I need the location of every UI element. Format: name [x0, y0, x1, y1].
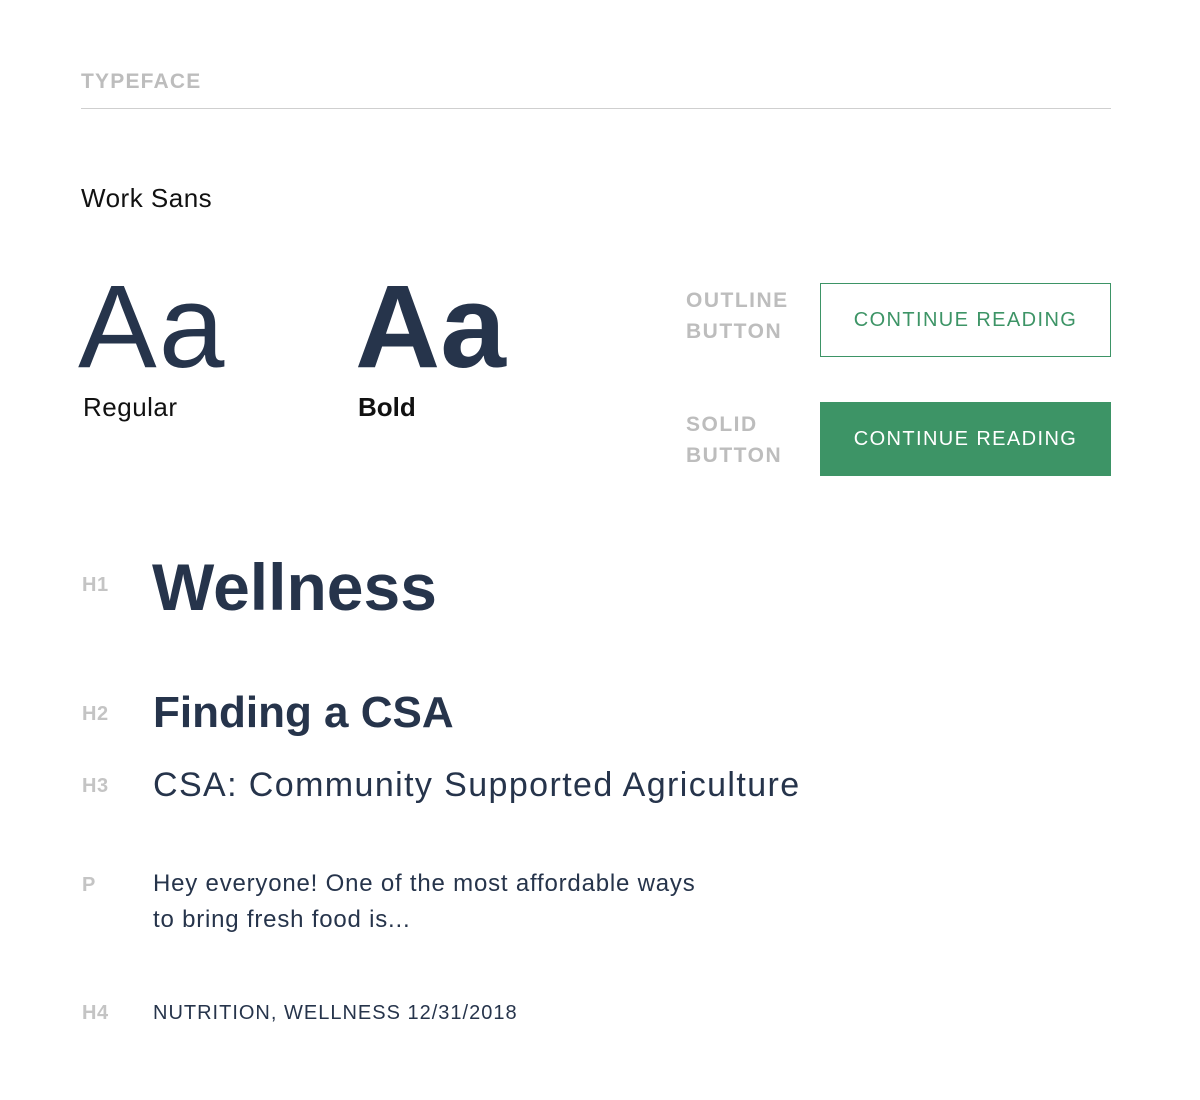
- h3-sample: CSA: Community Supported Agriculture: [153, 766, 801, 804]
- solid-button-label: SOLID BUTTON: [686, 409, 816, 471]
- h3-tag: H3: [82, 775, 109, 797]
- section-title: TYPEFACE: [81, 70, 202, 93]
- solid-label-line2: BUTTON: [686, 444, 783, 467]
- h4-tag: H4: [82, 1002, 109, 1024]
- paragraph-tag: P: [82, 874, 96, 896]
- outline-label-line1: OUTLINE: [686, 289, 789, 312]
- h1-sample: Wellness: [152, 550, 437, 624]
- continue-reading-outline-button[interactable]: CONTINUE READING: [820, 283, 1111, 357]
- paragraph-sample: Hey everyone! One of the most affordable…: [153, 866, 833, 938]
- paragraph-line2: to bring fresh food is...: [153, 906, 411, 933]
- continue-reading-solid-button[interactable]: CONTINUE READING: [820, 402, 1111, 476]
- weight-label-bold: Bold: [358, 392, 416, 422]
- h2-tag: H2: [82, 703, 109, 725]
- h4-sample: NUTRITION, WELLNESS 12/31/2018: [153, 1002, 518, 1024]
- outline-button-label: OUTLINE BUTTON: [686, 285, 816, 347]
- specimen-regular: Aa: [78, 261, 227, 393]
- section-divider: [81, 108, 1111, 109]
- h2-sample: Finding a CSA: [153, 688, 454, 737]
- specimen-bold: Aa: [355, 261, 506, 393]
- paragraph-line1: Hey everyone! One of the most affordable…: [153, 870, 696, 897]
- outline-label-line2: BUTTON: [686, 320, 783, 343]
- h1-tag: H1: [82, 574, 109, 596]
- solid-label-line1: SOLID: [686, 413, 758, 436]
- typeface-name: Work Sans: [81, 183, 213, 213]
- weight-label-regular: Regular: [83, 392, 178, 422]
